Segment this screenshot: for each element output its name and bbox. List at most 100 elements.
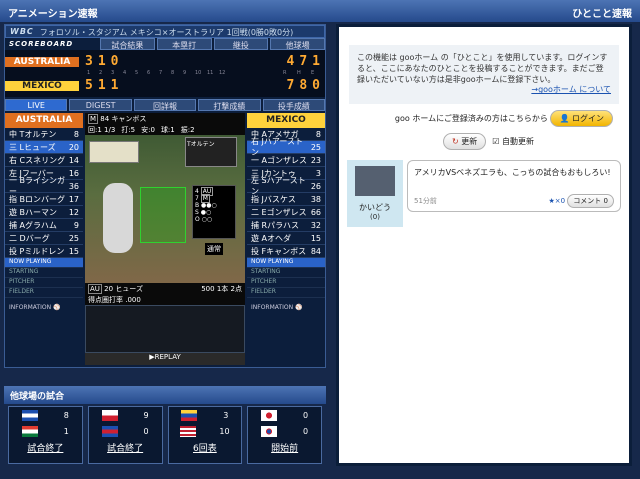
batter-figure bbox=[103, 183, 133, 253]
player-number: 17 bbox=[68, 194, 79, 204]
login-button[interactable]: 👤 ログイン bbox=[550, 110, 613, 128]
player-name: 二 Dバーグ bbox=[9, 233, 50, 243]
roster-row[interactable]: 中 Tオルテン 8 bbox=[5, 128, 83, 141]
pitcher-bar: M 84 キャンボス bbox=[85, 113, 245, 124]
batter-name: ヒューズ bbox=[115, 285, 143, 293]
post-time: 51分前 bbox=[414, 197, 437, 206]
roster-row[interactable]: 遊 Aオヘダ 15 bbox=[247, 232, 325, 245]
roster-row[interactable]: 右 Jハアーストン 25 bbox=[247, 137, 325, 157]
hits-total: 8 bbox=[299, 78, 313, 93]
roster-row[interactable]: 捕 Rパラハス 32 bbox=[247, 219, 325, 232]
team-name-away: AUSTRALIA bbox=[5, 56, 79, 67]
tab-homeruns[interactable]: 本塁打 bbox=[156, 38, 212, 50]
batter-icon: ⚾ bbox=[294, 304, 303, 311]
game-card[interactable]: 3 10 6回表 bbox=[167, 406, 243, 464]
player-name: 投 Fキャンボス bbox=[251, 246, 307, 256]
tab-inning-detail[interactable]: 回詳報 bbox=[133, 99, 197, 111]
home-roster-team: MEXICO bbox=[247, 113, 325, 128]
replay-button[interactable]: ▶REPLAY bbox=[85, 353, 245, 365]
roster-row[interactable]: 投 Pミルドレン 15 bbox=[5, 245, 83, 258]
runs-total: 4 bbox=[286, 54, 300, 69]
game-card[interactable]: 8 1 試合終了 bbox=[8, 406, 83, 464]
player-name: 一 Aゴンザレス bbox=[251, 155, 308, 165]
game-status-link[interactable]: 6回表 bbox=[169, 439, 242, 454]
information-button[interactable]: INFORMATION ⚾ bbox=[5, 298, 83, 318]
player-number: 26 bbox=[310, 181, 321, 191]
post-bubble: アメリカVSベネズエラも、こっちの試合もおもしろい! 51分前 ★×0 コメント… bbox=[407, 160, 621, 213]
errors-total: 1 bbox=[312, 54, 325, 69]
player-name: 捕 Rパラハス bbox=[251, 220, 300, 230]
batter-bar: AU 20 ヒューズ 500 1本 2点 bbox=[85, 283, 245, 294]
comment-button[interactable]: コメント 0 bbox=[567, 194, 614, 209]
roster-row[interactable]: 捕 Aグラハム 9 bbox=[5, 219, 83, 232]
poster-name: かいどう bbox=[359, 203, 391, 213]
roster-row[interactable]: 投 Fキャンボス 84 bbox=[247, 245, 325, 258]
hitokoto-title: ひとこと速報 bbox=[572, 9, 632, 20]
player-name: 三 Lヒューズ bbox=[9, 142, 56, 152]
status-now-playing[interactable]: NOW PLAYING bbox=[5, 258, 83, 268]
other-games-header: 他球場の試合 bbox=[4, 386, 326, 404]
roster-row[interactable]: 二 Eゴンザレス 66 bbox=[247, 206, 325, 219]
tab-live[interactable]: LIVE bbox=[5, 99, 68, 111]
status-pitcher[interactable]: PITCHER bbox=[5, 278, 83, 288]
flag-icon bbox=[21, 409, 38, 421]
inning-score: 0 bbox=[110, 54, 124, 69]
tab-digest[interactable]: DIGEST bbox=[69, 99, 132, 111]
player-number: 8 bbox=[73, 129, 79, 139]
game-status-link[interactable]: 試合終了 bbox=[89, 439, 162, 454]
stadium-scoreboard bbox=[89, 141, 139, 163]
status-fielder[interactable]: FIELDER bbox=[247, 288, 325, 298]
roster-row[interactable]: 右 Cスネリング 14 bbox=[5, 154, 83, 167]
tab-batting-stats[interactable]: 打撃成績 bbox=[198, 99, 261, 111]
player-name: 遊 Bハーマン bbox=[9, 207, 58, 217]
auto-refresh-checkbox[interactable]: ☑ bbox=[492, 137, 499, 146]
game-card[interactable]: 0 0 開始前 bbox=[247, 406, 322, 464]
runner-inset: Tオルテン bbox=[185, 137, 237, 167]
normal-mode-button[interactable]: 通常 bbox=[205, 243, 223, 255]
status-starting[interactable]: STARTING bbox=[5, 268, 83, 278]
roster-row[interactable]: 三 Lヒューズ 20 bbox=[5, 141, 83, 154]
status-fielder[interactable]: FIELDER bbox=[5, 288, 83, 298]
tab-pitching-stats[interactable]: 投手成績 bbox=[262, 99, 326, 111]
game-status-link[interactable]: 試合終了 bbox=[9, 439, 82, 454]
flag-icon bbox=[101, 409, 118, 421]
refresh-button[interactable]: ↻ 更新 bbox=[443, 133, 487, 151]
player-number: 8 bbox=[315, 129, 321, 139]
inning-score: 1 bbox=[110, 78, 124, 93]
runs-total: 7 bbox=[286, 78, 300, 93]
information-button[interactable]: INFORMATION ⚾ bbox=[247, 298, 325, 318]
notice-box: この機能は gooホーム の「ひとこと」を使用しています。ログインすると、ここに… bbox=[349, 45, 619, 105]
roster-row[interactable]: 左 Sハアーストン 26 bbox=[247, 176, 325, 196]
tab-results[interactable]: 試合結果 bbox=[100, 38, 155, 50]
view-tabs: LIVE DIGEST 回詳報 打撃成績 投手成績 bbox=[5, 99, 326, 111]
roster-row[interactable]: 指 Bロンバーグ 17 bbox=[5, 193, 83, 206]
poster-card[interactable]: かいどう (0) bbox=[347, 160, 403, 228]
player-name: 右 Cスネリング bbox=[9, 155, 66, 165]
tab-relief[interactable]: 継投 bbox=[213, 38, 269, 50]
count-display: 4 AU 7 M B ●●○ S ●○ O ○○ bbox=[192, 185, 236, 239]
tab-other-games[interactable]: 他球場 bbox=[270, 38, 325, 50]
player-number: 38 bbox=[310, 194, 321, 204]
roster-row[interactable]: 一 Aゴンザレス 23 bbox=[247, 154, 325, 167]
hitokoto-header: ひとこと速報 bbox=[330, 0, 640, 22]
risp-label: 得点圏打率 .000 bbox=[85, 294, 245, 305]
game-card[interactable]: 9 0 試合終了 bbox=[87, 406, 163, 464]
roster-row[interactable]: 指 Jバスケス 38 bbox=[247, 193, 325, 206]
roster-row[interactable]: 二 Dバーグ 25 bbox=[5, 232, 83, 245]
game-status-link[interactable]: 開始前 bbox=[248, 439, 321, 454]
status-pitcher[interactable]: PITCHER bbox=[247, 278, 325, 288]
player-number: 9 bbox=[73, 220, 79, 230]
star-count[interactable]: ★×0 bbox=[548, 197, 565, 205]
player-number: 25 bbox=[68, 233, 79, 243]
user-icon: 👤 bbox=[559, 114, 570, 124]
notice-text: この機能は gooホーム の「ひとこと」を使用しています。ログインすると、ここに… bbox=[357, 53, 608, 84]
player-number: 15 bbox=[310, 233, 321, 243]
status-now-playing[interactable]: NOW PLAYING bbox=[247, 258, 325, 268]
roster-row[interactable]: 一 Bライシンガー 36 bbox=[5, 176, 83, 196]
about-goo-link[interactable]: →gooホーム について bbox=[357, 85, 611, 96]
player-name: 指 Bロンバーグ bbox=[9, 194, 66, 204]
strike-zone bbox=[140, 187, 186, 243]
flag-icon bbox=[180, 425, 197, 437]
status-starting[interactable]: STARTING bbox=[247, 268, 325, 278]
roster-row[interactable]: 遊 Bハーマン 12 bbox=[5, 206, 83, 219]
